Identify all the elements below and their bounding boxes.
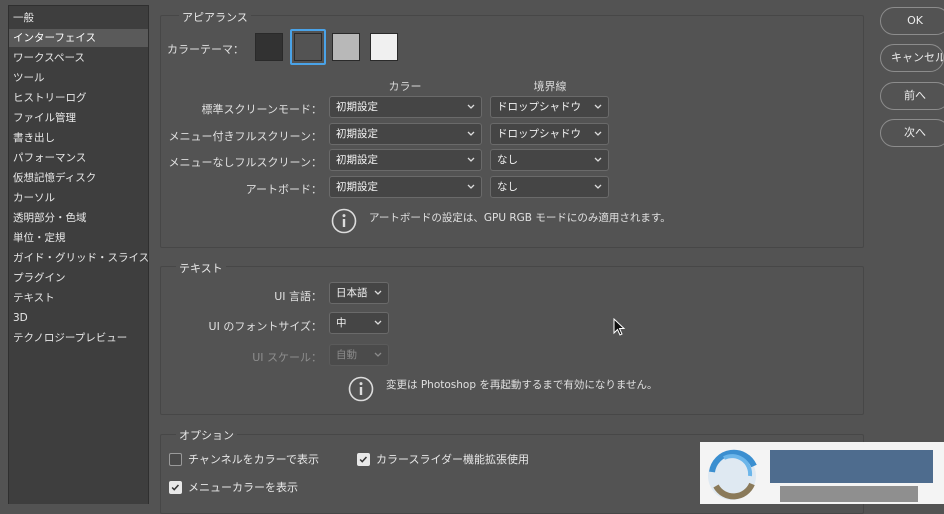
sidebar-item[interactable]: カーソル: [9, 189, 148, 207]
checkmark-icon: [359, 456, 368, 463]
channels-in-color-checkbox[interactable]: [169, 453, 182, 466]
theme-swatch-darkest[interactable]: [255, 33, 283, 61]
color-select[interactable]: 初期設定: [329, 122, 482, 145]
channels-in-color-option[interactable]: チャンネルをカラーで表示: [169, 452, 339, 468]
border-select[interactable]: ドロップシャドウ: [490, 122, 609, 145]
appearance-title: アピアランス: [179, 9, 251, 25]
ui-scale-select: 自動: [329, 344, 389, 366]
info-icon: [331, 208, 357, 234]
sidebar-item[interactable]: ツール: [9, 69, 148, 87]
sidebar-item[interactable]: 一般: [9, 9, 148, 27]
chevron-down-icon: [594, 104, 602, 109]
menu-colors-checkbox[interactable]: [169, 481, 182, 494]
border-column-header: 境界線: [533, 80, 567, 93]
artboard-note: アートボードの設定は、GPU RGB モードにのみ適用されます。: [369, 212, 671, 224]
chevron-down-icon: [374, 290, 382, 295]
preferences-sidebar: 一般インターフェイス ワークスペース ツールヒストリーログ ファイル管理 書き出しパフォ…: [8, 5, 149, 504]
sidebar-item[interactable]: ファイル管理: [9, 109, 148, 127]
sidebar-item[interactable]: 単位・定規: [9, 229, 148, 247]
font-size-select[interactable]: 中: [329, 312, 389, 334]
ui-scale-label: UI スケール：: [252, 351, 322, 364]
next-button[interactable]: 次へ: [880, 119, 944, 147]
chevron-down-icon: [467, 184, 475, 189]
ok-button[interactable]: OK: [880, 7, 944, 35]
theme-swatch-lightest[interactable]: [370, 33, 398, 61]
dynamic-sliders-option[interactable]: カラースライダー機能拡張使用: [357, 452, 547, 468]
screen-mode-label: 標準スクリーンモード：: [201, 103, 322, 116]
chevron-down-icon: [467, 131, 475, 136]
font-size-label: UI のフォントサイズ：: [208, 320, 322, 333]
theme-swatch-dark[interactable]: [294, 33, 322, 61]
chevron-down-icon: [467, 157, 475, 162]
sidebar-item[interactable]: 仮想記憶ディスク: [9, 169, 148, 187]
color-select[interactable]: 初期設定: [329, 175, 482, 198]
chevron-down-icon: [374, 320, 382, 325]
chevron-down-icon: [594, 157, 602, 162]
sidebar-item[interactable]: プラグイン: [9, 269, 148, 287]
theme-swatch-light[interactable]: [332, 33, 360, 61]
sidebar-item[interactable]: ヒストリーログ: [9, 89, 148, 107]
restart-note: 変更は Photoshop を再起動するまで有効になりません。: [386, 379, 658, 391]
screen-mode-label: アートボード：: [245, 182, 322, 196]
color-column-header: カラー: [388, 80, 422, 93]
logo-icon: [708, 449, 757, 500]
screen-mode-label: メニュー付きフルスクリーン：: [168, 129, 322, 143]
menu-colors-option[interactable]: メニューカラーを表示: [169, 480, 319, 496]
color-select[interactable]: 初期設定: [329, 96, 482, 118]
prev-button[interactable]: 前へ: [880, 82, 944, 110]
sidebar-item[interactable]: テクノロジープレビュー: [9, 329, 148, 347]
color-select[interactable]: 初期設定: [329, 149, 482, 171]
sidebar-item[interactable]: ガイド・グリッド・スライス: [9, 249, 148, 267]
screen-mode-label: メニューなしフルスクリーン：: [168, 156, 322, 169]
text-title: テキスト: [176, 260, 226, 276]
checkmark-icon: [171, 484, 180, 491]
sidebar-item[interactable]: テキスト: [9, 289, 148, 307]
chevron-down-icon: [467, 104, 475, 109]
sidebar-item[interactable]: 書き出し: [9, 129, 148, 147]
info-icon: [348, 376, 374, 402]
chevron-down-icon: [594, 131, 602, 136]
chevron-down-icon: [374, 352, 382, 357]
sidebar-item[interactable]: パフォーマンス: [9, 149, 148, 167]
promo-banner: [770, 450, 933, 483]
cancel-button[interactable]: キャンセル: [880, 44, 944, 72]
promo-subbanner: [780, 486, 918, 502]
mouse-cursor-icon: [613, 318, 626, 336]
border-select[interactable]: ドロップシャドウ: [490, 96, 609, 118]
ui-language-label: UI 言語：: [274, 290, 322, 303]
sidebar-item[interactable]: ワークスペース: [9, 49, 148, 67]
dynamic-sliders-checkbox[interactable]: [357, 453, 370, 466]
border-select[interactable]: なし: [490, 149, 609, 171]
chevron-down-icon: [594, 184, 602, 189]
sidebar-item[interactable]: 3D: [9, 309, 148, 327]
ui-language-select[interactable]: 日本語: [329, 282, 389, 304]
sidebar-item[interactable]: インターフェイス: [9, 29, 148, 47]
promo-widget: [700, 442, 944, 504]
sidebar-item[interactable]: 透明部分・色域: [9, 209, 148, 227]
color-theme-label: カラーテーマ：: [167, 43, 244, 56]
options-title: オプション: [176, 427, 237, 443]
border-select[interactable]: なし: [490, 175, 609, 198]
